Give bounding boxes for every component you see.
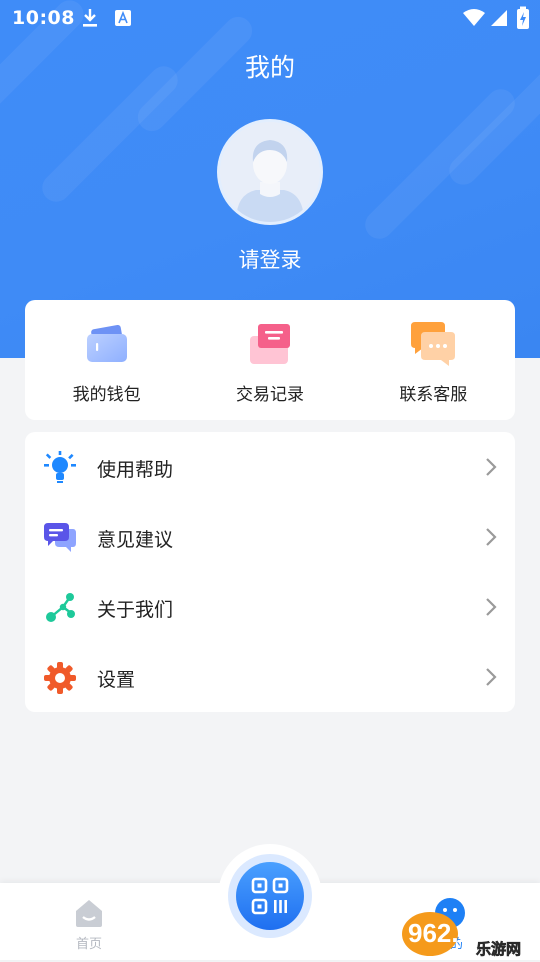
qr-scan-icon [251,877,289,915]
wifi-icon [463,9,485,26]
quick-action-label: 我的钱包 [72,385,141,405]
menu-item-label: 关于我们 [97,599,174,621]
transaction-record-icon [249,324,290,364]
menu-item-label: 设置 [97,669,136,691]
chat-feedback-icon [44,523,76,552]
menu-item-settings[interactable]: 设置 [25,642,515,712]
menu-item-label: 使用帮助 [97,459,174,481]
site-watermark: 962.NET 乐游网 [402,904,538,958]
menu-item-about[interactable]: 关于我们 [25,572,515,642]
watermark-logo-icon: 962.NET 乐游网 [402,912,521,958]
chevron-right-icon [486,458,497,476]
quick-action-wallet[interactable]: 我的钱包 [25,300,188,420]
share-nodes-icon [46,593,75,622]
quick-action-customer-service[interactable]: 联系客服 [352,300,515,420]
accessibility-icon [115,10,131,26]
scan-button[interactable] [236,862,304,930]
banner-decoration [359,83,521,245]
lightbulb-icon [44,451,76,483]
battery-charging-icon [517,6,529,29]
home-icon [76,900,102,927]
menu-item-label: 意见建议 [97,529,174,551]
chevron-right-icon [486,598,497,616]
menu-item-help[interactable]: 使用帮助 [25,432,515,502]
watermark-site: 乐游网 [476,940,521,958]
status-time: 10:08 [12,7,75,29]
customer-service-icon [411,322,456,366]
avatar[interactable] [220,122,320,222]
chevron-right-icon [486,528,497,546]
tab-home[interactable]: 首页 [34,883,144,960]
quick-action-label: 联系客服 [399,385,468,405]
quick-action-transactions[interactable]: 交易记录 [188,300,351,420]
login-prompt[interactable]: 请登录 [0,244,540,274]
gear-icon [44,662,76,694]
menu-list: 使用帮助 意见建议 关于我们 设置 [25,432,515,712]
quick-actions-card: 我的钱包 交易记录 联系客服 [25,300,515,420]
default-user-avatar-icon [220,122,320,222]
download-icon [83,9,97,27]
status-bar: 10:08 [0,0,540,36]
tab-label: 首页 [75,937,102,952]
wallet-icon [86,325,127,362]
menu-item-feedback[interactable]: 意见建议 [25,502,515,572]
quick-action-label: 交易记录 [235,385,304,405]
cellular-signal-icon [491,10,507,26]
chevron-right-icon [486,668,497,686]
page-title: 我的 [244,53,295,82]
